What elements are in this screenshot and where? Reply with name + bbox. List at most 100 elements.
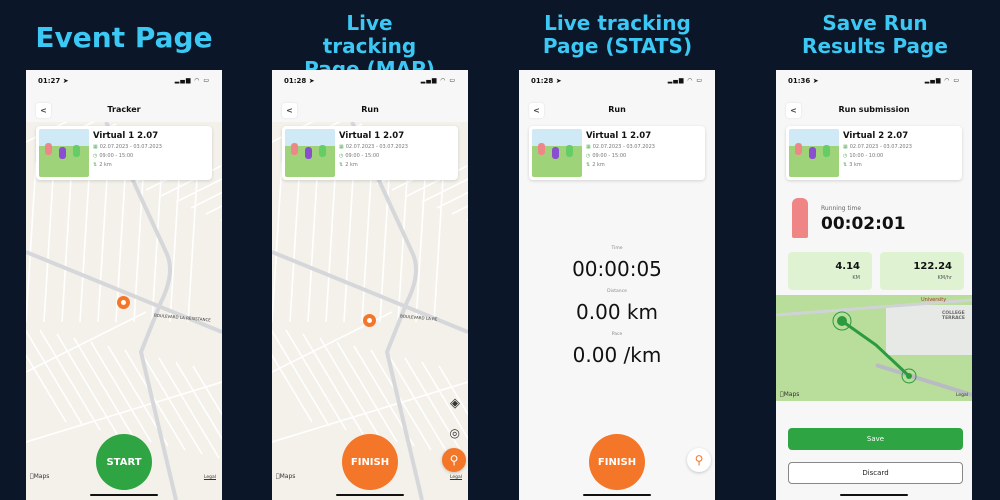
- event-card[interactable]: Virtual 1 2.07 ▦ 02.07.2023 - 03.07.2023 …: [36, 126, 212, 180]
- heading-event-page: Event Page: [35, 21, 213, 54]
- event-hours: 09:00 - 15:00: [345, 153, 380, 159]
- status-bar: 01:36 ➤ ▂▄▆ ◠ ▭: [776, 70, 972, 92]
- nav-bar: < Tracker: [26, 100, 222, 120]
- layers-icon[interactable]: ◈: [450, 396, 460, 411]
- live-stats-screen: 01:28 ➤ ▂▄▆ ◠ ▭ < Run Virtual 1 2.07 ▦ 02.0…: [519, 70, 715, 500]
- home-indicator: [840, 494, 908, 496]
- finish-button[interactable]: FINISH: [589, 434, 645, 490]
- legal-link[interactable]: Legal: [956, 393, 968, 398]
- event-dates: 02.07.2023 - 03.07.2023: [345, 144, 408, 150]
- event-dates: 02.07.2023 - 03.07.2023: [849, 144, 912, 150]
- distance-icon: ⇅: [586, 162, 591, 168]
- status-icons: ▂▄▆ ◠ ▭: [667, 77, 703, 84]
- start-button[interactable]: START: [96, 434, 152, 490]
- event-name: Virtual 1 2.07: [586, 131, 652, 141]
- event-hours: 10:00 - 10:00: [849, 153, 884, 159]
- clock: 01:36 ➤: [788, 77, 819, 85]
- heading-live-stats: Live tracking Page (STATS): [542, 11, 693, 58]
- legal-link[interactable]: Legal: [204, 475, 216, 480]
- save-button[interactable]: Save: [788, 428, 963, 450]
- page-title: Run: [361, 105, 379, 114]
- apple-maps-logo: Maps: [30, 473, 49, 480]
- event-image: [789, 129, 839, 177]
- stat-value: 0.00 /km: [572, 343, 662, 367]
- event-distance: 2 km: [592, 162, 605, 168]
- recenter-icon[interactable]: ◎: [450, 426, 460, 440]
- event-hours: 09:00 - 15:00: [592, 153, 627, 159]
- discard-button[interactable]: Discard: [788, 462, 963, 484]
- calendar-icon: ▦: [93, 144, 98, 150]
- distance-icon: ⇅: [339, 162, 344, 168]
- event-dates: 02.07.2023 - 03.07.2023: [592, 144, 655, 150]
- apple-maps-logo: Maps: [780, 391, 799, 398]
- event-image: [285, 129, 335, 177]
- nav-bar: < Run submission: [776, 100, 972, 120]
- clock-icon: ◷: [586, 153, 591, 159]
- clock-icon: ◷: [339, 153, 344, 159]
- event-card[interactable]: Virtual 1 2.07 ▦ 02.07.2023 - 03.07.2023 …: [529, 126, 705, 180]
- calendar-icon: ▦: [339, 144, 344, 150]
- location-heading-marker: [363, 314, 376, 327]
- page-title: Tracker: [107, 105, 141, 114]
- event-distance: 3 km: [849, 162, 862, 168]
- event-image: [532, 129, 582, 177]
- stat-label: Pace: [611, 332, 623, 337]
- distance-icon: ⇅: [843, 162, 848, 168]
- status-bar: 01:28 ➤ ▂▄▆ ◠ ▭: [519, 70, 715, 92]
- clock-icon: ◷: [93, 153, 98, 159]
- map-label-university: University: [921, 297, 947, 303]
- distance-icon: ⇅: [93, 162, 98, 168]
- finish-button[interactable]: FINISH: [342, 434, 398, 490]
- clock: 01:28 ➤: [531, 77, 562, 85]
- home-indicator: [90, 494, 158, 496]
- event-dates: 02.07.2023 - 03.07.2023: [99, 144, 162, 150]
- event-card[interactable]: Virtual 1 2.07 ▦ 02.07.2023 - 03.07.2023 …: [282, 126, 458, 180]
- location-pin-button[interactable]: ⚲: [442, 448, 466, 472]
- nav-bar: < Run: [272, 100, 468, 120]
- status-bar: 01:27 ➤ ▂▄▆ ◠ ▭: [26, 70, 222, 92]
- event-distance: 2 km: [99, 162, 112, 168]
- nav-bar: < Run: [519, 100, 715, 120]
- location-pin-button[interactable]: ⚲: [687, 448, 711, 472]
- distance-tile: 4.14 KM: [788, 252, 872, 290]
- calendar-icon: ▦: [586, 144, 591, 150]
- event-hours: 09:00 - 15:00: [99, 153, 134, 159]
- event-name: Virtual 2 2.07: [843, 131, 909, 141]
- live-map-screen: Maps Legal BOULEVARD LA RE 01:28 ➤▂▄▆ ◠…: [272, 70, 468, 500]
- stat-value: 0.00 km: [576, 300, 658, 324]
- event-name: Virtual 1 2.07: [93, 131, 159, 141]
- stat-value: 00:00:05: [572, 257, 662, 281]
- clock-icon: ◷: [843, 153, 848, 159]
- event-page-screen: Maps Legal BOULEVARD LA RESISTANCE 01:2…: [26, 70, 222, 500]
- back-button[interactable]: <: [282, 103, 297, 118]
- event-distance: 2 km: [345, 162, 358, 168]
- status-icons: ▂▄▆ ◠ ▭: [420, 77, 456, 84]
- runner-illustration: [792, 198, 808, 238]
- home-indicator: [583, 494, 651, 496]
- clock: 01:28 ➤: [284, 77, 315, 85]
- clock: 01:27 ➤: [38, 77, 69, 85]
- route-map[interactable]: University COLLEGE TERRACE Maps Legal: [776, 295, 972, 401]
- map-label-college: COLLEGE TERRACE: [942, 311, 965, 321]
- heading-save-run: Save Run Results Page: [802, 11, 948, 58]
- status-icons: ▂▄▆ ◠ ▭: [924, 77, 960, 84]
- stat-label: Time: [611, 246, 623, 251]
- speed-tile: 122.24 KM/hr: [880, 252, 964, 290]
- save-run-screen: 01:36 ➤ ▂▄▆ ◠ ▭ < Run submission Virtual 2…: [776, 70, 972, 500]
- page-title: Run submission: [838, 105, 910, 114]
- back-button[interactable]: <: [36, 103, 51, 118]
- legal-link[interactable]: Legal: [450, 475, 462, 480]
- location-marker: [117, 296, 130, 309]
- back-button[interactable]: <: [786, 103, 801, 118]
- status-bar: 01:28 ➤ ▂▄▆ ◠ ▭: [272, 70, 468, 92]
- apple-maps-logo: Maps: [276, 473, 295, 480]
- page-title: Run: [608, 105, 626, 114]
- running-time-label: Running time: [821, 205, 862, 212]
- status-icons: ▂▄▆ ◠ ▭: [174, 77, 210, 84]
- event-card[interactable]: Virtual 2 2.07 ▦ 02.07.2023 - 03.07.2023 …: [786, 126, 962, 180]
- event-name: Virtual 1 2.07: [339, 131, 405, 141]
- home-indicator: [336, 494, 404, 496]
- stat-label: Distance: [607, 289, 627, 294]
- calendar-icon: ▦: [843, 144, 848, 150]
- back-button[interactable]: <: [529, 103, 544, 118]
